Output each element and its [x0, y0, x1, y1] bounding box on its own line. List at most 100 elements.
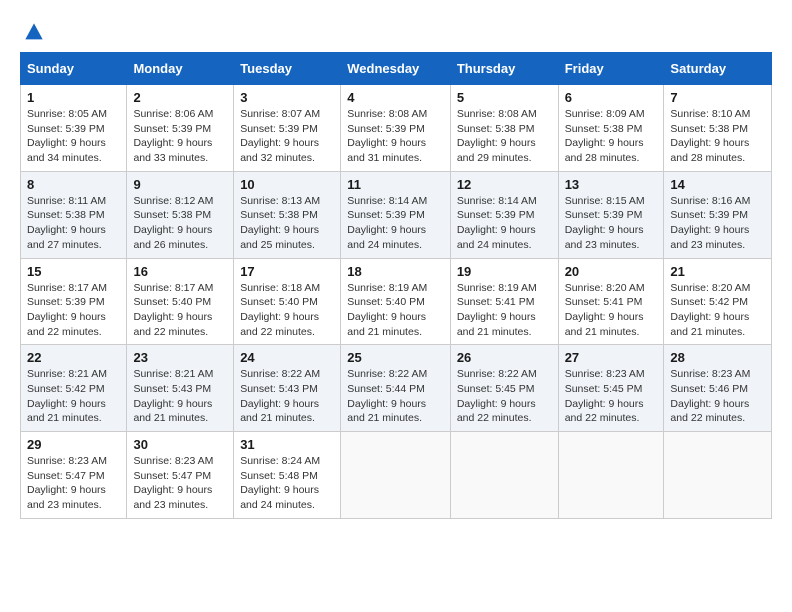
day-info: Sunrise: 8:05 AMSunset: 5:39 PMDaylight:…	[27, 107, 120, 166]
calendar-day-cell: 4Sunrise: 8:08 AMSunset: 5:39 PMDaylight…	[341, 85, 451, 172]
day-number: 27	[565, 350, 658, 365]
day-info: Sunrise: 8:07 AMSunset: 5:39 PMDaylight:…	[240, 107, 334, 166]
day-number: 26	[457, 350, 552, 365]
day-info: Sunrise: 8:19 AMSunset: 5:40 PMDaylight:…	[347, 281, 444, 340]
calendar-header-row: SundayMondayTuesdayWednesdayThursdayFrid…	[21, 53, 772, 85]
calendar-day-cell: 13 Sunrise: 8:15 AMSunset: 5:39 PMDayligh…	[558, 171, 664, 258]
day-number: 6	[565, 90, 658, 105]
page-header	[20, 20, 772, 42]
day-number: 11	[347, 177, 444, 192]
calendar-week-row: 29 Sunrise: 8:23 AMSunset: 5:47 PMDayligh…	[21, 432, 772, 519]
logo-icon	[24, 22, 44, 42]
day-info: Sunrise: 8:24 AMSunset: 5:48 PMDaylight:…	[240, 454, 334, 513]
day-number: 25	[347, 350, 444, 365]
calendar-day-cell: 31 Sunrise: 8:24 AMSunset: 5:48 PMDayligh…	[234, 432, 341, 519]
day-number: 13	[565, 177, 658, 192]
calendar-day-cell: 24 Sunrise: 8:22 AMSunset: 5:43 PMDayligh…	[234, 345, 341, 432]
calendar-header-tuesday: Tuesday	[234, 53, 341, 85]
day-info: Sunrise: 8:08 AMSunset: 5:38 PMDaylight:…	[457, 107, 552, 166]
calendar-day-cell: 5 Sunrise: 8:08 AMSunset: 5:38 PMDaylight…	[450, 85, 558, 172]
calendar-week-row: 15Sunrise: 8:17 AMSunset: 5:39 PMDayligh…	[21, 258, 772, 345]
day-number: 12	[457, 177, 552, 192]
calendar-day-cell: 9 Sunrise: 8:12 AMSunset: 5:38 PMDaylight…	[127, 171, 234, 258]
calendar-week-row: 22 Sunrise: 8:21 AMSunset: 5:42 PMDayligh…	[21, 345, 772, 432]
calendar-day-cell: 15Sunrise: 8:17 AMSunset: 5:39 PMDayligh…	[21, 258, 127, 345]
day-info: Sunrise: 8:10 AMSunset: 5:38 PMDaylight:…	[670, 107, 765, 166]
day-info: Sunrise: 8:15 AMSunset: 5:39 PMDaylight:…	[565, 194, 658, 253]
calendar-day-cell: 3 Sunrise: 8:07 AMSunset: 5:39 PMDaylight…	[234, 85, 341, 172]
calendar-day-cell: 6 Sunrise: 8:09 AMSunset: 5:38 PMDaylight…	[558, 85, 664, 172]
calendar-day-cell	[341, 432, 451, 519]
calendar-day-cell	[664, 432, 772, 519]
calendar-day-cell: 1 Sunrise: 8:05 AMSunset: 5:39 PMDaylight…	[21, 85, 127, 172]
day-number: 19	[457, 264, 552, 279]
day-number: 23	[133, 350, 227, 365]
day-info: Sunrise: 8:18 AMSunset: 5:40 PMDaylight:…	[240, 281, 334, 340]
calendar-week-row: 1 Sunrise: 8:05 AMSunset: 5:39 PMDaylight…	[21, 85, 772, 172]
calendar-day-cell: 19Sunrise: 8:19 AMSunset: 5:41 PMDayligh…	[450, 258, 558, 345]
day-info: Sunrise: 8:13 AMSunset: 5:38 PMDaylight:…	[240, 194, 334, 253]
calendar-header-friday: Friday	[558, 53, 664, 85]
day-info: Sunrise: 8:22 AMSunset: 5:45 PMDaylight:…	[457, 367, 552, 426]
calendar-header-sunday: Sunday	[21, 53, 127, 85]
day-number: 15	[27, 264, 120, 279]
day-info: Sunrise: 8:21 AMSunset: 5:42 PMDaylight:…	[27, 367, 120, 426]
calendar-day-cell: 20 Sunrise: 8:20 AMSunset: 5:41 PMDayligh…	[558, 258, 664, 345]
calendar-day-cell: 17 Sunrise: 8:18 AMSunset: 5:40 PMDayligh…	[234, 258, 341, 345]
day-info: Sunrise: 8:22 AMSunset: 5:43 PMDaylight:…	[240, 367, 334, 426]
day-number: 17	[240, 264, 334, 279]
day-number: 24	[240, 350, 334, 365]
day-number: 22	[27, 350, 120, 365]
day-info: Sunrise: 8:12 AMSunset: 5:38 PMDaylight:…	[133, 194, 227, 253]
day-number: 31	[240, 437, 334, 452]
day-number: 29	[27, 437, 120, 452]
calendar-day-cell	[450, 432, 558, 519]
calendar-day-cell: 18 Sunrise: 8:19 AMSunset: 5:40 PMDayligh…	[341, 258, 451, 345]
day-number: 8	[27, 177, 120, 192]
day-number: 14	[670, 177, 765, 192]
calendar-day-cell: 23 Sunrise: 8:21 AMSunset: 5:43 PMDayligh…	[127, 345, 234, 432]
calendar-header-thursday: Thursday	[450, 53, 558, 85]
day-number: 16	[133, 264, 227, 279]
day-info: Sunrise: 8:21 AMSunset: 5:43 PMDaylight:…	[133, 367, 227, 426]
calendar-day-cell	[558, 432, 664, 519]
day-number: 21	[670, 264, 765, 279]
day-info: Sunrise: 8:23 AMSunset: 5:46 PMDaylight:…	[670, 367, 765, 426]
day-number: 7	[670, 90, 765, 105]
day-number: 5	[457, 90, 552, 105]
calendar-week-row: 8Sunrise: 8:11 AMSunset: 5:38 PMDaylight…	[21, 171, 772, 258]
calendar-day-cell: 28 Sunrise: 8:23 AMSunset: 5:46 PMDayligh…	[664, 345, 772, 432]
calendar-day-cell: 29 Sunrise: 8:23 AMSunset: 5:47 PMDayligh…	[21, 432, 127, 519]
calendar-day-cell: 27 Sunrise: 8:23 AMSunset: 5:45 PMDayligh…	[558, 345, 664, 432]
calendar-header-wednesday: Wednesday	[341, 53, 451, 85]
day-info: Sunrise: 8:06 AMSunset: 5:39 PMDaylight:…	[133, 107, 227, 166]
calendar-day-cell: 26 Sunrise: 8:22 AMSunset: 5:45 PMDayligh…	[450, 345, 558, 432]
calendar-day-cell: 11 Sunrise: 8:14 AMSunset: 5:39 PMDayligh…	[341, 171, 451, 258]
calendar-day-cell: 2Sunrise: 8:06 AMSunset: 5:39 PMDaylight…	[127, 85, 234, 172]
day-info: Sunrise: 8:14 AMSunset: 5:39 PMDaylight:…	[347, 194, 444, 253]
calendar-day-cell: 8Sunrise: 8:11 AMSunset: 5:38 PMDaylight…	[21, 171, 127, 258]
day-number: 18	[347, 264, 444, 279]
calendar-header-saturday: Saturday	[664, 53, 772, 85]
calendar-header-monday: Monday	[127, 53, 234, 85]
day-info: Sunrise: 8:23 AMSunset: 5:47 PMDaylight:…	[27, 454, 120, 513]
day-number: 9	[133, 177, 227, 192]
calendar-day-cell: 12 Sunrise: 8:14 AMSunset: 5:39 PMDayligh…	[450, 171, 558, 258]
calendar-day-cell: 10Sunrise: 8:13 AMSunset: 5:38 PMDayligh…	[234, 171, 341, 258]
calendar-day-cell: 14Sunrise: 8:16 AMSunset: 5:39 PMDayligh…	[664, 171, 772, 258]
day-number: 1	[27, 90, 120, 105]
day-info: Sunrise: 8:23 AMSunset: 5:45 PMDaylight:…	[565, 367, 658, 426]
day-number: 4	[347, 90, 444, 105]
day-number: 28	[670, 350, 765, 365]
calendar-table: SundayMondayTuesdayWednesdayThursdayFrid…	[20, 52, 772, 519]
day-info: Sunrise: 8:09 AMSunset: 5:38 PMDaylight:…	[565, 107, 658, 166]
calendar-day-cell: 22 Sunrise: 8:21 AMSunset: 5:42 PMDayligh…	[21, 345, 127, 432]
day-info: Sunrise: 8:23 AMSunset: 5:47 PMDaylight:…	[133, 454, 227, 513]
logo	[20, 20, 44, 42]
day-info: Sunrise: 8:22 AMSunset: 5:44 PMDaylight:…	[347, 367, 444, 426]
day-info: Sunrise: 8:20 AMSunset: 5:41 PMDaylight:…	[565, 281, 658, 340]
day-number: 20	[565, 264, 658, 279]
calendar-day-cell: 21Sunrise: 8:20 AMSunset: 5:42 PMDayligh…	[664, 258, 772, 345]
day-info: Sunrise: 8:14 AMSunset: 5:39 PMDaylight:…	[457, 194, 552, 253]
day-number: 3	[240, 90, 334, 105]
